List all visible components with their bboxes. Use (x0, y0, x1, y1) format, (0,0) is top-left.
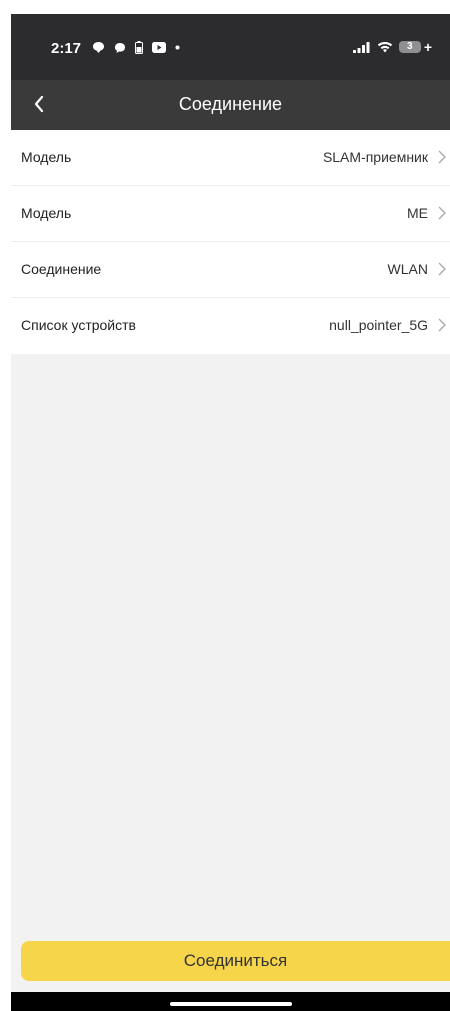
phone-screen: 2:17 3 + Соединение Модель SLAM-приемник… (11, 14, 450, 1011)
battery-saver-icon (135, 41, 143, 54)
settings-list: Модель SLAM-приемник Модель ME Соединени… (11, 130, 450, 354)
row-label: Модель (21, 205, 72, 221)
chevron-right-icon (438, 150, 446, 164)
row-value: SLAM-приемник (322, 149, 428, 165)
home-indicator[interactable] (170, 1002, 292, 1006)
notification-icons (92, 41, 180, 54)
row-value: WLAN (387, 261, 428, 277)
chevron-right-icon (438, 206, 446, 220)
cellular-signal-icon (352, 41, 370, 53)
row-label: Список устройств (21, 317, 136, 333)
dot-icon (175, 45, 180, 50)
row-value: null_pointer_5G (329, 317, 428, 333)
battery-plus: + (423, 39, 432, 55)
chat-bubble-icon (93, 42, 104, 53)
row-value: ME (407, 205, 428, 221)
row-label: Соединение (21, 261, 102, 277)
navigation-bar: Соединение (11, 80, 450, 130)
connect-button[interactable]: Соединиться (21, 941, 450, 981)
status-time: 2:17 (51, 40, 82, 57)
page-title: Соединение (178, 94, 283, 114)
chevron-right-icon (438, 318, 446, 332)
status-bar: 2:17 3 + (11, 14, 450, 80)
row-label: Модель (21, 149, 72, 165)
message-icon (115, 42, 125, 53)
system-icons: 3 + (352, 39, 432, 55)
home-indicator-bar (11, 992, 450, 1011)
wifi-icon (377, 42, 393, 53)
settings-row-model-type[interactable]: Модель ME (11, 186, 450, 242)
youtube-icon (152, 42, 166, 53)
battery-icon: 3 (398, 41, 421, 53)
settings-row-model[interactable]: Модель SLAM-приемник (11, 130, 450, 186)
settings-row-connection[interactable]: Соединение WLAN (11, 242, 450, 298)
settings-row-device-list[interactable]: Список устройств null_pointer_5G (11, 298, 450, 354)
chevron-right-icon (438, 262, 446, 276)
